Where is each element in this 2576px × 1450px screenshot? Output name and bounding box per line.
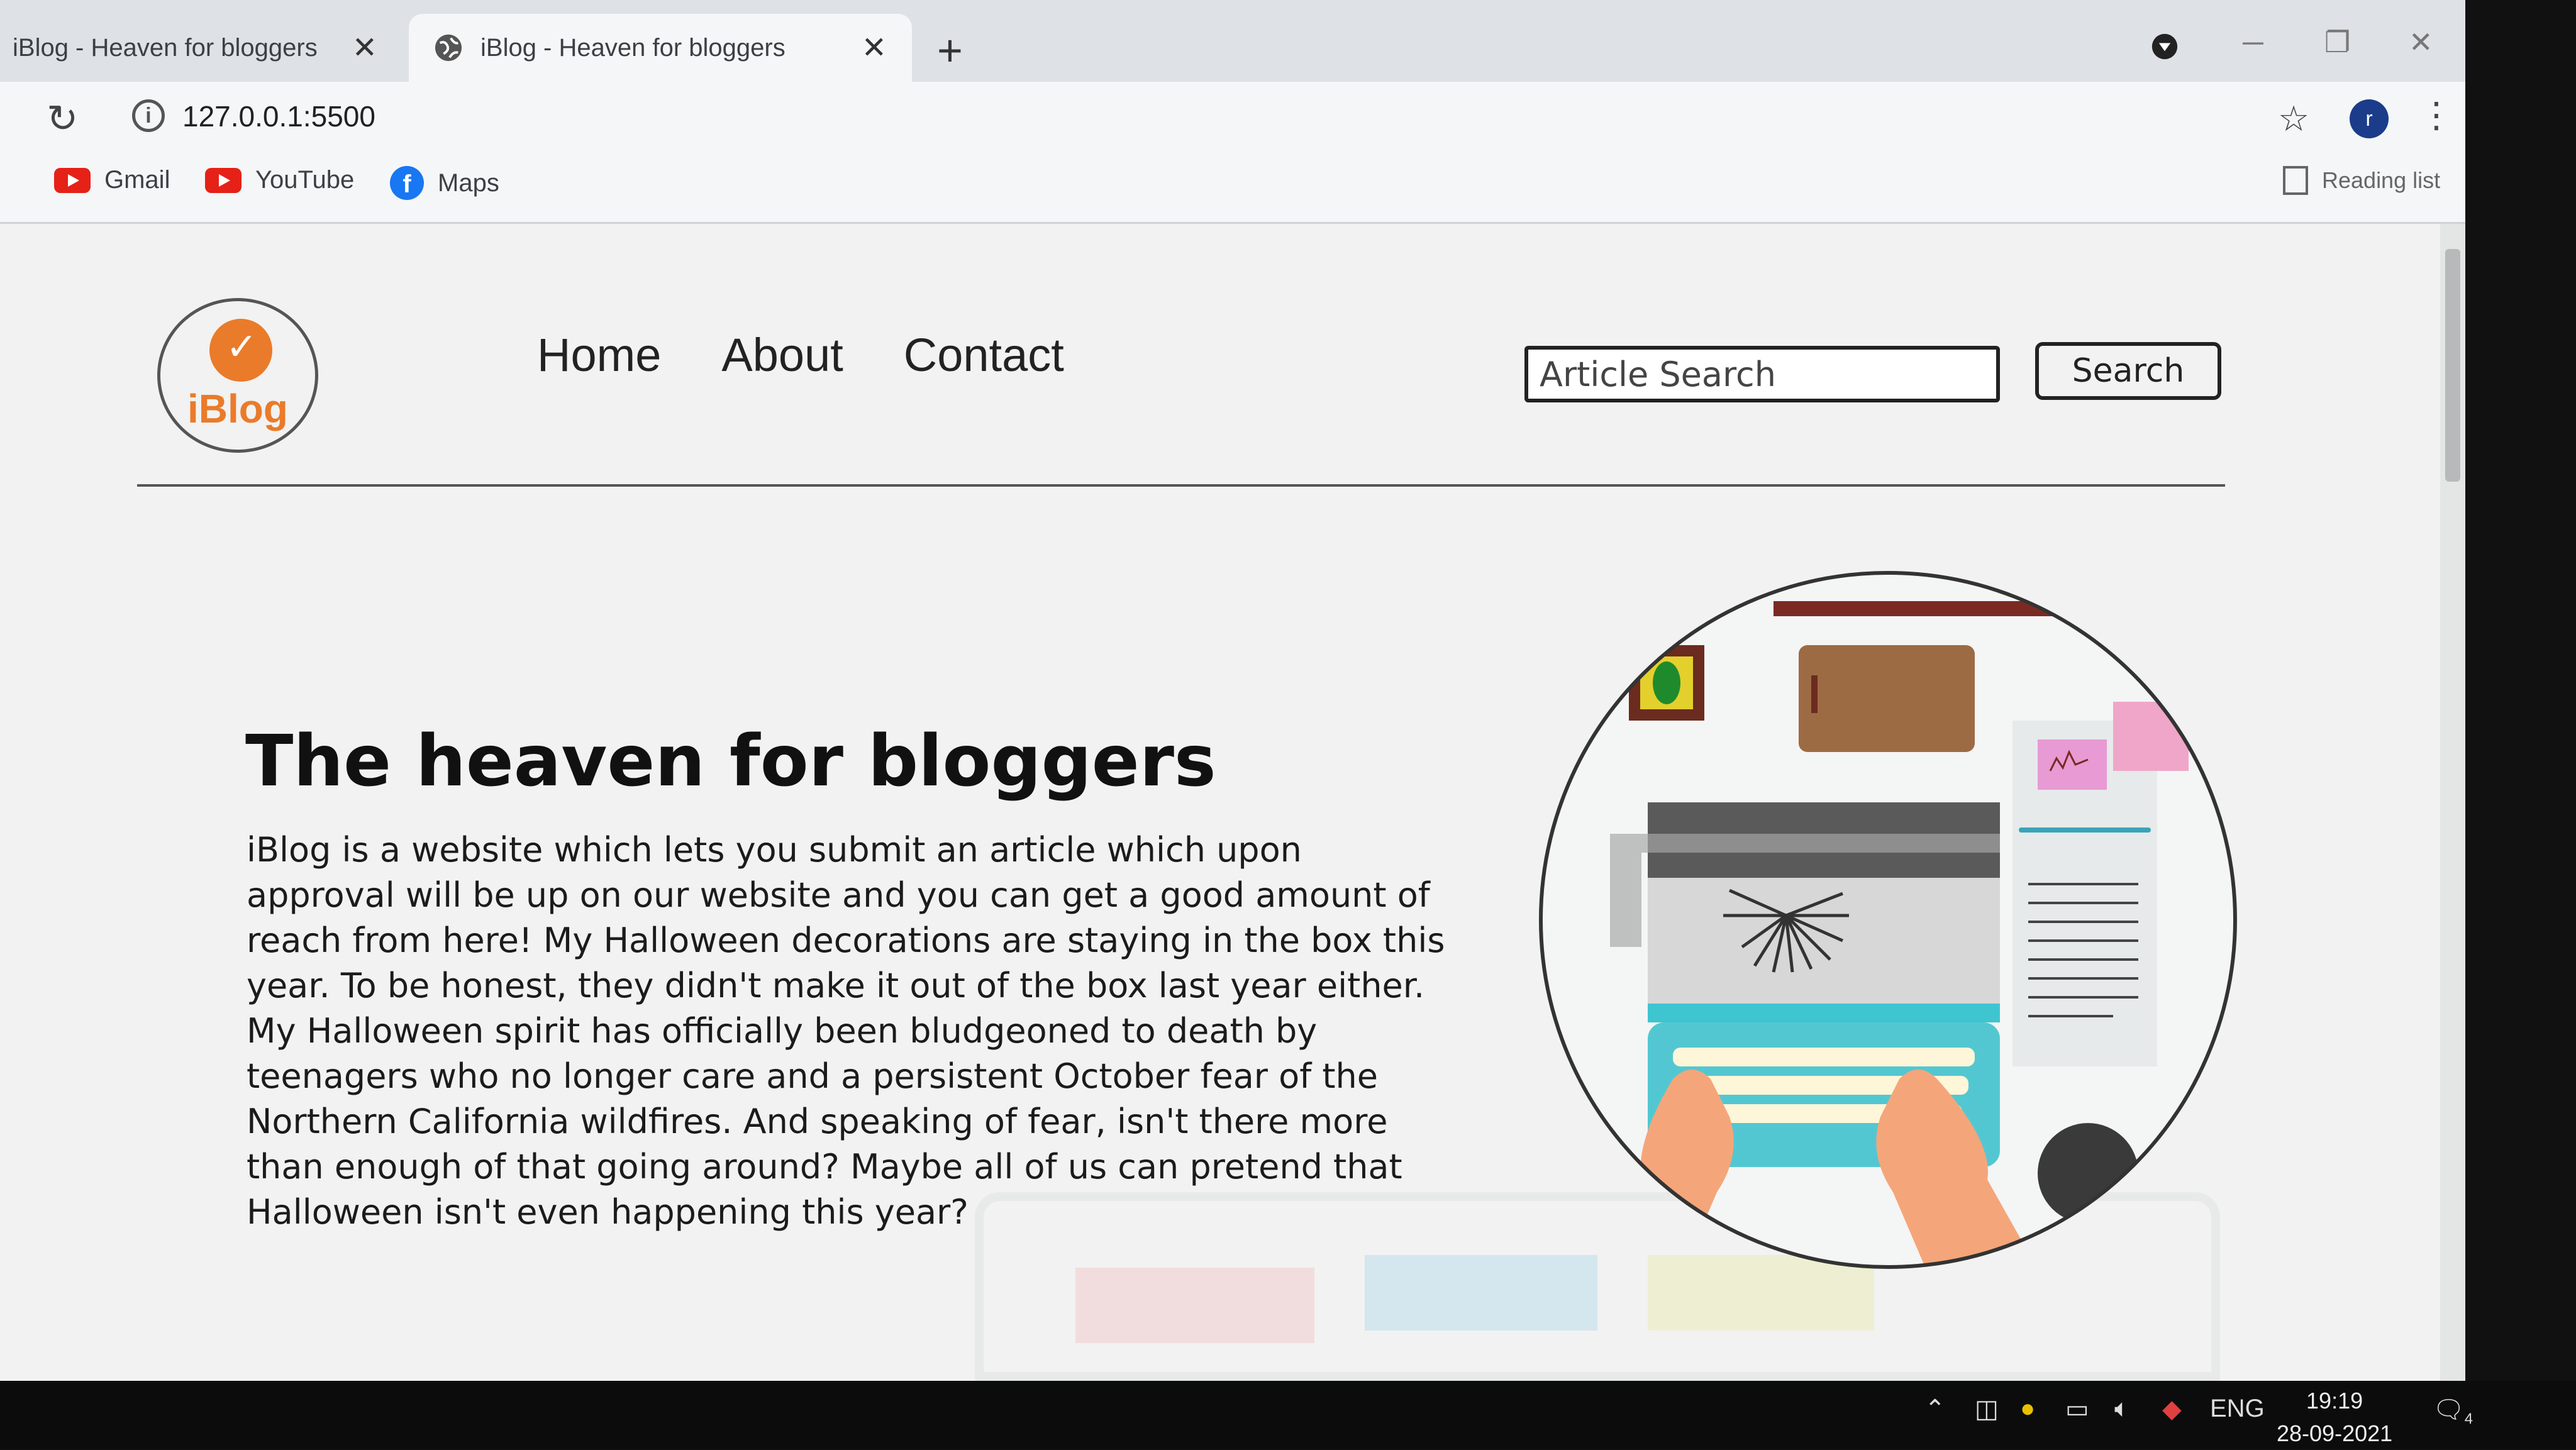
tab-title: iBlog - Heaven for bloggers bbox=[13, 33, 318, 62]
typewriter-illustration bbox=[1539, 571, 2237, 1269]
media-control-icon[interactable] bbox=[2151, 33, 2179, 60]
search-button[interactable]: Search bbox=[2035, 342, 2221, 400]
globe-icon bbox=[435, 34, 462, 62]
language-indicator[interactable]: ENG bbox=[2210, 1395, 2265, 1423]
nav-home[interactable]: Home bbox=[537, 328, 661, 382]
address-bar[interactable]: 127.0.0.1:5500 bbox=[182, 99, 375, 133]
os-taskbar: ⌃ ◫ ● ▭ 🔈︎ ◆ ENG 19:19 28-09-2021 🗨︎4 bbox=[0, 1381, 2576, 1449]
menu-kebab-icon[interactable]: ⋮ bbox=[2419, 94, 2454, 136]
page-viewport: iBlog Home About Contact Search The heav… bbox=[0, 224, 2465, 1381]
shield-icon[interactable]: ◆ bbox=[2162, 1395, 2182, 1424]
article-search-input[interactable] bbox=[1524, 346, 2000, 402]
chat-check-icon bbox=[209, 319, 272, 382]
bookmark-label: YouTube bbox=[255, 166, 355, 194]
bookmark-gmail[interactable]: Gmail bbox=[54, 166, 170, 194]
nav-contact[interactable]: Contact bbox=[904, 328, 1064, 382]
tab-title: iBlog - Heaven for bloggers bbox=[480, 33, 786, 62]
bookmark-label: Maps bbox=[438, 169, 499, 197]
tab-inactive[interactable]: iBlog - Heaven for bloggers ✕ bbox=[0, 14, 402, 82]
window-close-icon[interactable]: ✕ bbox=[2409, 25, 2433, 59]
facebook-icon: f bbox=[390, 166, 424, 200]
new-tab-button[interactable]: + bbox=[937, 25, 963, 75]
page-scrollbar[interactable] bbox=[2440, 224, 2465, 1381]
reading-list-button[interactable]: Reading list bbox=[2283, 166, 2440, 195]
close-icon[interactable]: ✕ bbox=[862, 30, 887, 65]
security-icon[interactable]: ● bbox=[2020, 1395, 2035, 1423]
system-clock[interactable]: 19:19 28-09-2021 bbox=[2277, 1385, 2392, 1450]
youtube-icon bbox=[54, 167, 91, 193]
tab-strip: iBlog - Heaven for bloggers ✕ iBlog - He… bbox=[0, 0, 2465, 82]
minimize-icon[interactable]: ─ bbox=[2243, 25, 2263, 59]
clock-date: 28-09-2021 bbox=[2277, 1420, 2393, 1446]
bookmark-label: Gmail bbox=[104, 166, 170, 194]
bookmark-star-icon[interactable]: ☆ bbox=[2278, 98, 2309, 140]
nav-about[interactable]: About bbox=[721, 328, 843, 382]
bookmark-youtube[interactable]: YouTube bbox=[205, 166, 354, 194]
notification-count: 4 bbox=[2464, 1410, 2473, 1427]
bookmarks-bar: Gmail YouTube f Maps Reading list bbox=[0, 155, 2465, 224]
logo-text: iBlog bbox=[187, 386, 288, 431]
hero-paragraph: iBlog is a website which lets you submit… bbox=[247, 830, 1445, 1232]
tab-active[interactable]: iBlog - Heaven for bloggers ✕ bbox=[409, 14, 912, 82]
chevron-up-icon[interactable]: ⌃ bbox=[1924, 1395, 1946, 1424]
reading-list-label: Reading list bbox=[2322, 167, 2441, 193]
close-icon[interactable]: ✕ bbox=[352, 30, 377, 65]
restore-icon[interactable]: ❐ bbox=[2324, 25, 2350, 59]
reading-list-icon bbox=[2283, 166, 2308, 195]
meet-icon[interactable]: ◫ bbox=[1975, 1395, 1999, 1424]
browser-chrome: iBlog - Heaven for bloggers ✕ iBlog - He… bbox=[0, 0, 2465, 224]
clock-time: 19:19 bbox=[2306, 1388, 2363, 1414]
bookmark-maps[interactable]: f Maps bbox=[390, 166, 499, 200]
site-logo[interactable]: iBlog bbox=[157, 298, 318, 453]
main-nav: Home About Contact bbox=[537, 328, 1064, 382]
address-toolbar: ↻ i 127.0.0.1:5500 ☆ r ⋮ bbox=[0, 82, 2465, 155]
background-decoration bbox=[1075, 1268, 1314, 1343]
header-divider bbox=[137, 484, 2225, 487]
profile-avatar[interactable]: r bbox=[2350, 99, 2389, 138]
scrollbar-thumb[interactable] bbox=[2445, 249, 2460, 482]
reload-icon[interactable]: ↻ bbox=[47, 97, 78, 141]
site-info-icon[interactable]: i bbox=[132, 99, 165, 132]
battery-icon[interactable]: ▭ bbox=[2065, 1395, 2089, 1424]
volume-icon[interactable]: 🔈︎ bbox=[2114, 1395, 2129, 1423]
youtube-icon bbox=[205, 167, 242, 193]
notification-icon[interactable]: 🗨︎4 bbox=[2433, 1395, 2473, 1428]
hero-title: The heaven for bloggers bbox=[245, 721, 1216, 802]
